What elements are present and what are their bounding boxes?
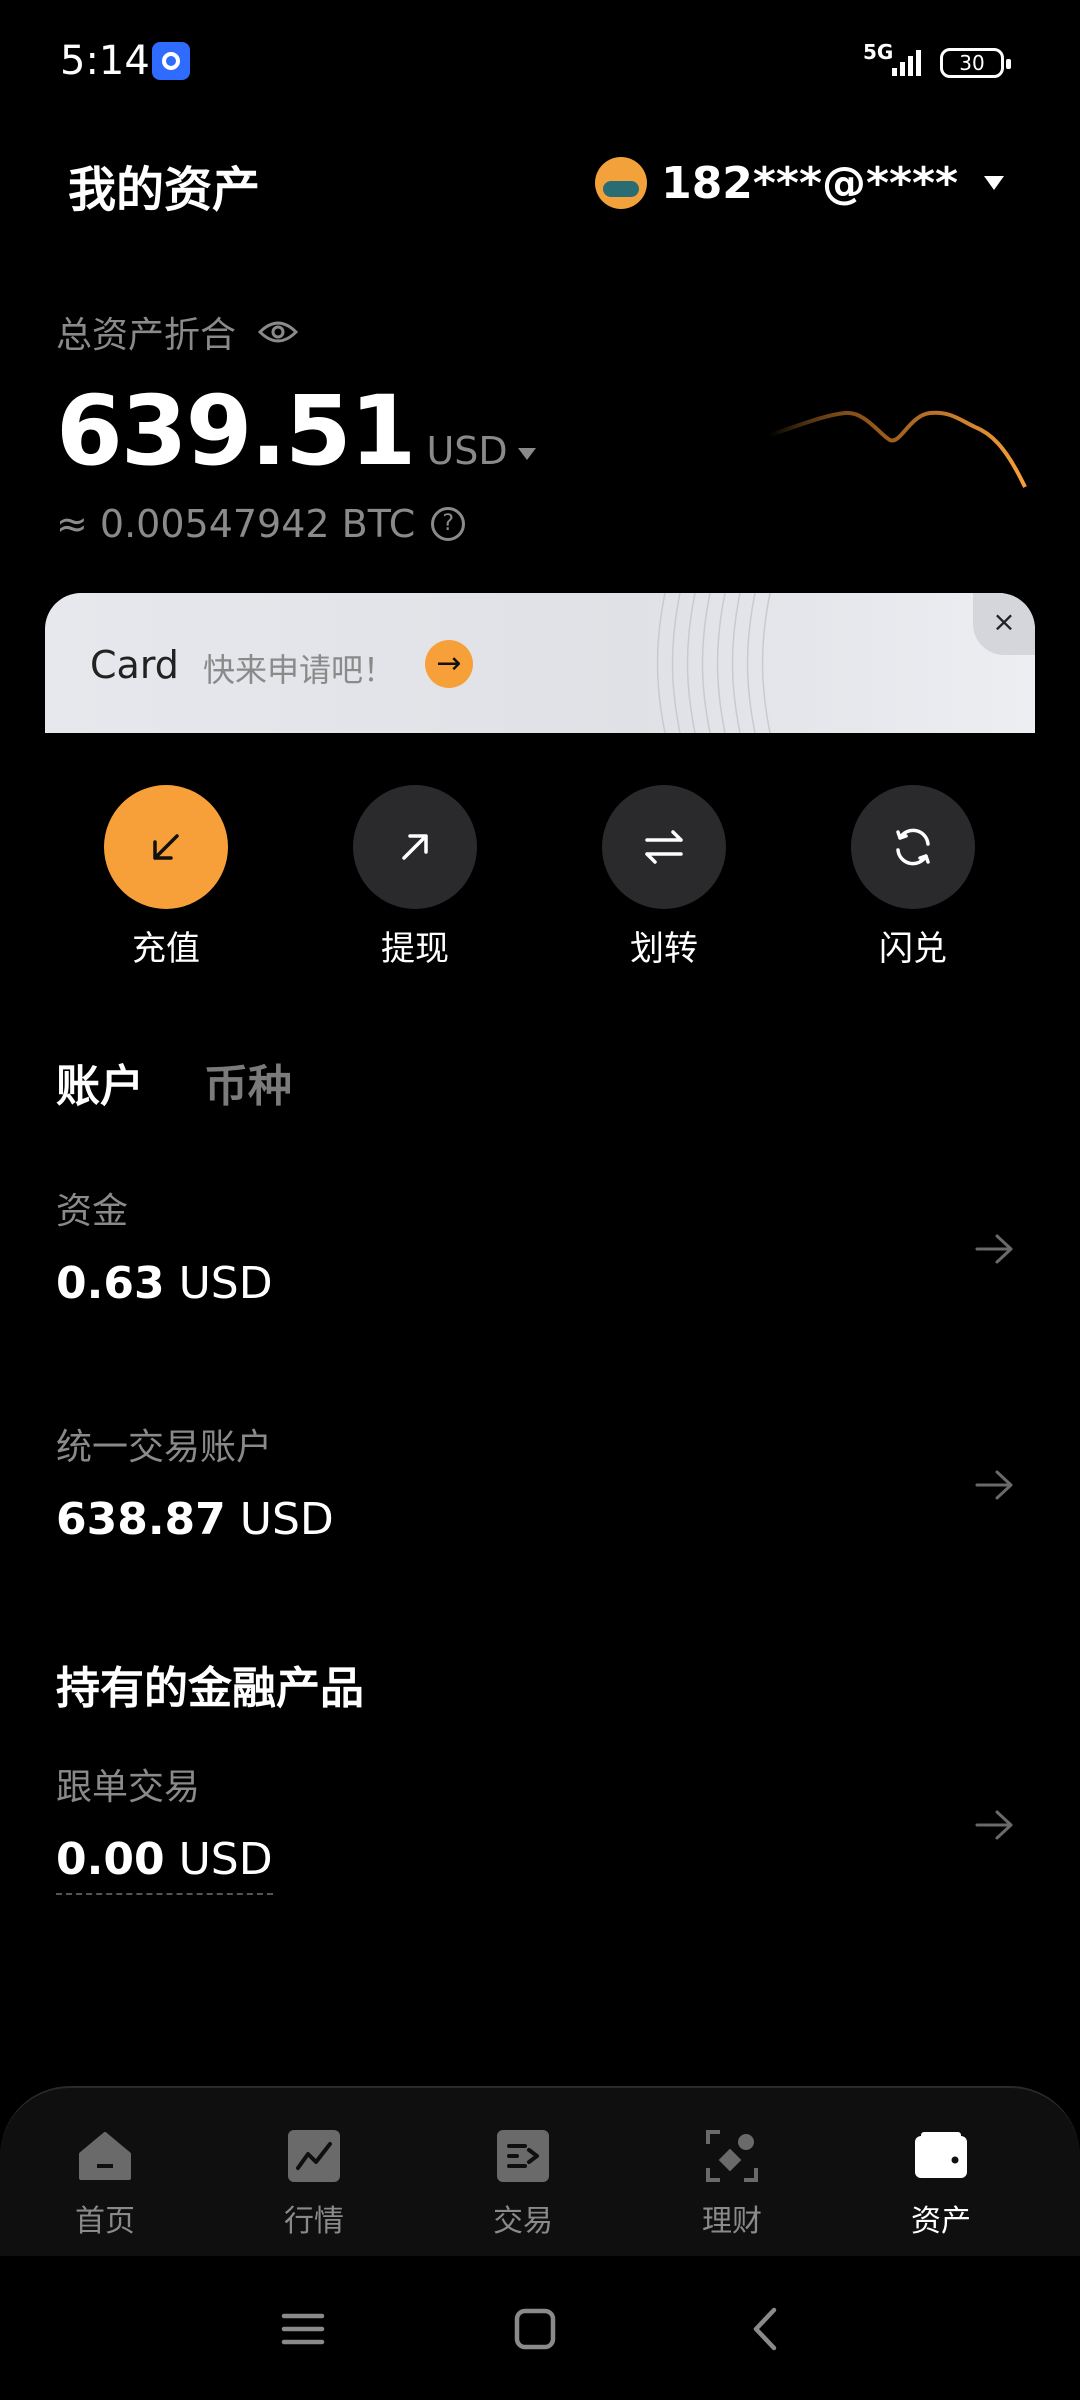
swap-icon bbox=[851, 785, 975, 909]
banner-text: 快来申请吧！ bbox=[203, 651, 396, 689]
assets-page: 5:14 5G 30 我的资产 182***@**** 总资产折合 639.51… bbox=[0, 0, 1080, 2400]
close-icon[interactable]: × bbox=[973, 593, 1035, 655]
nav-home[interactable]: 首页 bbox=[35, 2128, 175, 2240]
system-nav-bar bbox=[0, 2256, 1080, 2400]
total-assets-label-text: 总资产折合 bbox=[56, 315, 237, 356]
account-amount: 0.63 bbox=[56, 1258, 165, 1309]
nav-assets[interactable]: 资产 bbox=[871, 2128, 1011, 2240]
arrow-right-icon bbox=[975, 1810, 1013, 1840]
page-title: 我的资产 bbox=[68, 162, 261, 218]
asset-trend-sparkline bbox=[770, 410, 1027, 488]
caret-down-icon bbox=[517, 447, 536, 460]
nav-label: 理财 bbox=[702, 2204, 762, 2239]
help-icon[interactable]: ? bbox=[431, 507, 466, 541]
product-balance: 0.00 USD bbox=[56, 1834, 273, 1895]
back-icon[interactable] bbox=[742, 2304, 792, 2354]
arrow-right-icon bbox=[975, 1470, 1013, 1500]
account-balance: 638.87 USD bbox=[56, 1494, 334, 1545]
status-bar: 5:14 5G 30 bbox=[0, 0, 1080, 130]
bottom-nav: 首页 行情 交易 理财 资产 bbox=[0, 2086, 1080, 2258]
total-value-row: 639.51 USD bbox=[56, 375, 536, 487]
arrow-right-icon bbox=[975, 1234, 1013, 1264]
transfer-label: 划转 bbox=[630, 929, 698, 969]
account-label: 资金 bbox=[56, 1191, 129, 1232]
account-balance: 0.63 USD bbox=[56, 1258, 273, 1309]
btc-equivalent: ≈ 0.00547942 BTC bbox=[56, 502, 416, 546]
wallet-icon bbox=[915, 2132, 967, 2178]
withdraw-label: 提现 bbox=[381, 929, 449, 969]
total-assets-label: 总资产折合 bbox=[56, 306, 299, 358]
account-row-unified-trading[interactable]: 统一交易账户 638.87 USD bbox=[0, 1418, 1080, 1568]
product-currency: USD bbox=[178, 1834, 273, 1885]
avatar bbox=[595, 157, 648, 209]
tab-account[interactable]: 账户 bbox=[56, 1050, 144, 1114]
currency-selector[interactable]: USD bbox=[426, 429, 536, 473]
nav-market[interactable]: 行情 bbox=[244, 2128, 384, 2240]
signal-icon bbox=[892, 50, 921, 76]
home-square-icon[interactable] bbox=[510, 2304, 560, 2354]
banner-decoration bbox=[656, 593, 771, 733]
product-amount: 0.00 bbox=[56, 1834, 165, 1885]
deposit-button[interactable]: 充值 bbox=[104, 785, 228, 970]
nav-finance[interactable]: 理财 bbox=[662, 2128, 802, 2240]
trade-icon bbox=[497, 2130, 549, 2182]
deposit-arrow-icon bbox=[104, 785, 228, 909]
asset-tabs: 账户 币种 bbox=[56, 1050, 352, 1114]
nav-trade[interactable]: 交易 bbox=[453, 2128, 593, 2240]
network-type: 5G bbox=[863, 40, 894, 64]
quick-actions: 充值 提现 划转 闪兑 bbox=[0, 785, 1080, 975]
deposit-label: 充值 bbox=[132, 929, 200, 969]
finance-icon bbox=[706, 2130, 758, 2182]
market-chart-icon bbox=[288, 2130, 340, 2182]
home-icon bbox=[79, 2132, 131, 2180]
nav-label: 首页 bbox=[75, 2204, 135, 2239]
nav-label: 行情 bbox=[284, 2204, 344, 2239]
caret-down-icon bbox=[984, 176, 1004, 190]
app-notification-icon bbox=[152, 42, 190, 80]
account-name: 182***@**** bbox=[661, 157, 958, 209]
financial-products-title: 持有的金融产品 bbox=[56, 1663, 364, 1714]
product-balance-underline: 0.00 USD bbox=[56, 1834, 273, 1895]
tab-currency[interactable]: 币种 bbox=[204, 1050, 292, 1114]
nav-label: 交易 bbox=[493, 2204, 553, 2239]
currency-label: USD bbox=[426, 429, 508, 473]
account-amount: 638.87 bbox=[56, 1494, 226, 1545]
eye-icon[interactable] bbox=[258, 320, 299, 344]
status-time: 5:14 bbox=[60, 38, 150, 84]
nav-label: 资产 bbox=[911, 2204, 971, 2239]
banner-card-label: Card bbox=[90, 643, 179, 687]
account-label: 统一交易账户 bbox=[56, 1427, 273, 1468]
swap-label: 闪兑 bbox=[879, 929, 947, 969]
total-assets-value: 639.51 bbox=[56, 375, 416, 487]
withdraw-button[interactable]: 提现 bbox=[353, 785, 477, 970]
transfer-icon bbox=[602, 785, 726, 909]
arrow-right-icon[interactable]: → bbox=[425, 640, 473, 688]
battery-icon: 30 bbox=[940, 48, 1011, 78]
card-promo-banner[interactable]: Card 快来申请吧！ → × bbox=[45, 593, 1035, 733]
product-label: 跟单交易 bbox=[56, 1767, 201, 1808]
account-currency: USD bbox=[178, 1258, 273, 1309]
swap-button[interactable]: 闪兑 bbox=[851, 785, 975, 970]
product-row-copy-trading[interactable]: 跟单交易 0.00 USD bbox=[0, 1758, 1080, 1908]
menu-icon[interactable] bbox=[278, 2304, 328, 2354]
account-switcher[interactable]: 182***@**** bbox=[595, 155, 1004, 211]
btc-equivalent-row: ≈ 0.00547942 BTC ? bbox=[56, 502, 466, 546]
account-row-funding[interactable]: 资金 0.63 USD bbox=[0, 1182, 1080, 1332]
transfer-button[interactable]: 划转 bbox=[602, 785, 726, 970]
account-currency: USD bbox=[239, 1494, 334, 1545]
withdraw-arrow-icon bbox=[353, 785, 477, 909]
